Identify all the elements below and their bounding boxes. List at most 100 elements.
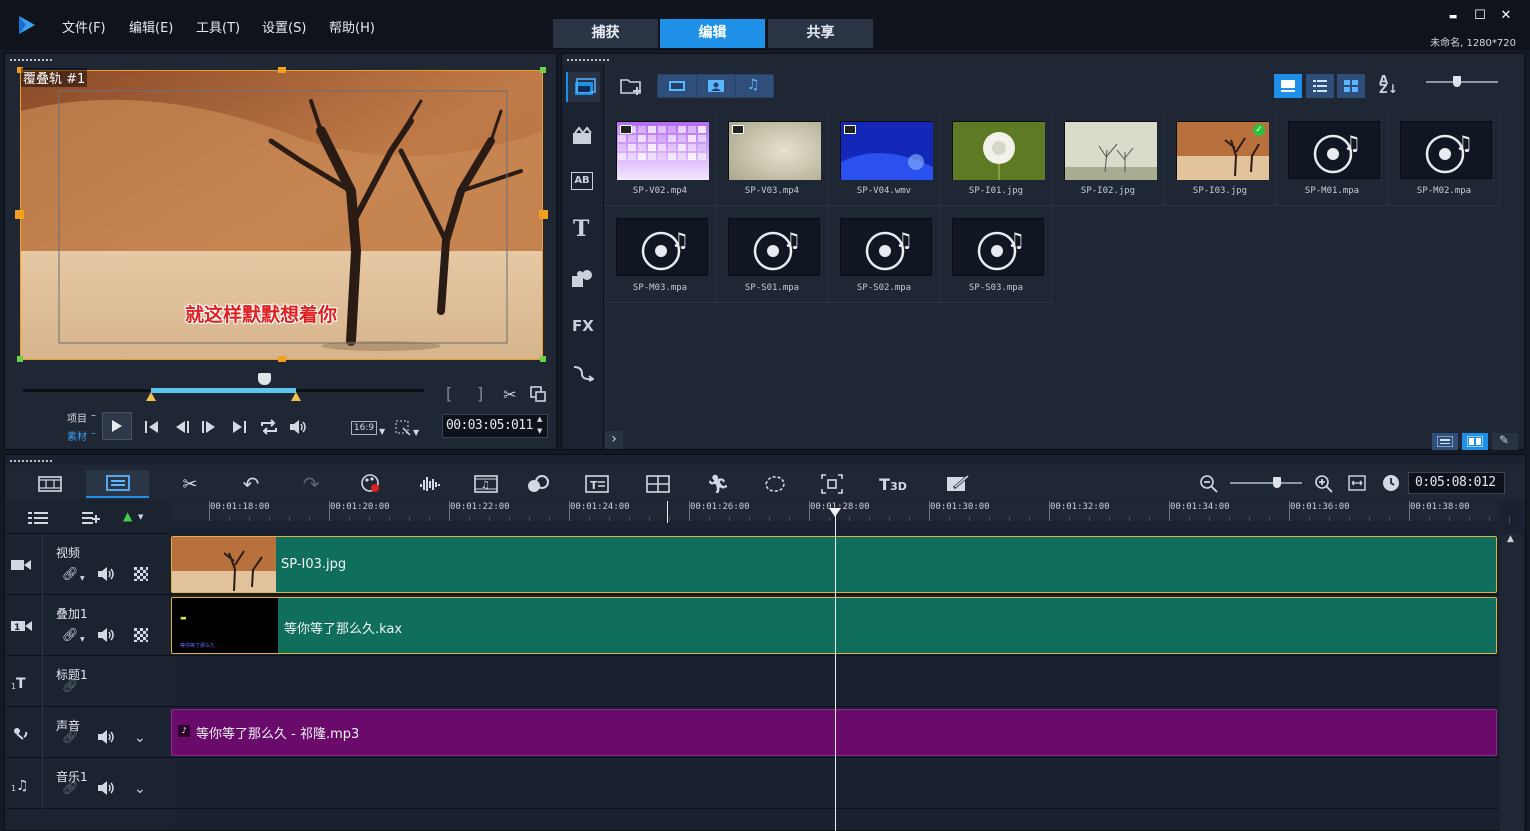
- timeline-zoom-slider[interactable]: [1230, 482, 1302, 484]
- 3d-title-editor-button[interactable]: T3D: [873, 470, 913, 498]
- transition-icon[interactable]: AB: [571, 172, 593, 190]
- menu-settings[interactable]: 设置(S): [262, 17, 306, 36]
- pan-zoom-button[interactable]: [812, 470, 852, 498]
- library-item[interactable]: SP-V04.wmv: [828, 109, 940, 206]
- vertical-scrollbar[interactable]: ▲: [1500, 534, 1524, 831]
- record-capture-button[interactable]: [351, 470, 391, 498]
- chevron-down-icon[interactable]: ▼: [413, 428, 419, 437]
- menu-file[interactable]: 文件(F): [62, 17, 106, 36]
- show-photo-toggle[interactable]: [697, 75, 735, 97]
- video-track-icon[interactable]: [11, 557, 31, 576]
- thumbnail-view-button[interactable]: [1274, 74, 1302, 98]
- previous-frame-icon[interactable]: [174, 420, 190, 434]
- increment-icon[interactable]: ▲: [537, 415, 542, 423]
- mark-out-icon[interactable]: ]: [477, 384, 483, 403]
- undo-button[interactable]: ↶: [231, 470, 271, 498]
- scrubber-handle[interactable]: [257, 373, 271, 385]
- next-frame-icon[interactable]: [201, 420, 217, 434]
- slider-handle[interactable]: [1273, 477, 1281, 488]
- subtitle-editor-button[interactable]: T: [577, 470, 617, 498]
- trim-range[interactable]: [151, 388, 296, 393]
- sort-icon[interactable]: A Z↓: [1379, 74, 1398, 95]
- go-to-start-icon[interactable]: [144, 420, 160, 434]
- link-icon[interactable]: 🔗︎: [62, 730, 79, 745]
- overlay-track-icon[interactable]: 1: [11, 618, 33, 637]
- expand-waveform-icon[interactable]: ⌄: [134, 781, 146, 797]
- visibility-grid-icon[interactable]: [134, 628, 148, 642]
- library-item[interactable]: ♫ SP-M01.mpa: [1276, 109, 1388, 206]
- mute-toggle-icon[interactable]: [96, 780, 116, 796]
- slider-handle[interactable]: [1453, 76, 1461, 87]
- title-icon[interactable]: T: [573, 216, 589, 242]
- library-item[interactable]: SP-V02.mp4: [604, 109, 716, 206]
- copy-icon[interactable]: [529, 385, 547, 403]
- library-item[interactable]: ♫ SP-S02.mpa: [828, 206, 940, 303]
- maximize-button[interactable]: ☐: [1470, 8, 1490, 23]
- show-audio-toggle[interactable]: ♫: [736, 75, 773, 97]
- resize-handle[interactable]: [15, 210, 24, 219]
- graphic-icon[interactable]: [571, 268, 595, 288]
- track-manager-icon[interactable]: [28, 512, 48, 526]
- motion-tracking-button[interactable]: [518, 470, 558, 498]
- library-item[interactable]: ♫ SP-S03.mpa: [940, 206, 1052, 303]
- painting-creator-button[interactable]: [938, 470, 978, 498]
- panel-grip[interactable]: [9, 58, 53, 62]
- track-header[interactable]: 1 ♫ 音乐1 🔗︎ ⌄: [6, 758, 171, 809]
- sound-mixer-button[interactable]: [410, 470, 450, 498]
- playhead-line[interactable]: [835, 516, 836, 831]
- filter-icon[interactable]: FX: [572, 317, 594, 335]
- scissors-icon[interactable]: ✂: [501, 384, 519, 404]
- chevron-down-icon[interactable]: ▼: [138, 513, 143, 521]
- instant-project-icon[interactable]: [572, 125, 594, 145]
- list-view-button[interactable]: [1306, 74, 1334, 98]
- track-header[interactable]: 1 T 标题1 🔗︎: [6, 656, 171, 707]
- close-button[interactable]: ✕: [1496, 8, 1516, 23]
- library-item[interactable]: ♫ SP-M02.mpa: [1388, 109, 1500, 206]
- library-item[interactable]: ♫ SP-M03.mpa: [604, 206, 716, 303]
- resize-handle[interactable]: [539, 210, 548, 219]
- tab-capture[interactable]: 捕获: [553, 19, 658, 48]
- library-item[interactable]: SP-I01.jpg: [940, 109, 1052, 206]
- mute-toggle-icon[interactable]: [96, 729, 116, 745]
- resize-handle[interactable]: [540, 356, 546, 362]
- link-icon[interactable]: 🔗︎: [62, 567, 79, 582]
- track-header[interactable]: 视频 🔗︎ ▼: [6, 534, 171, 595]
- scroll-up-icon[interactable]: ▲: [1507, 534, 1514, 544]
- link-icon[interactable]: 🔗︎: [62, 679, 79, 694]
- chevron-down-icon[interactable]: ▼: [80, 636, 85, 643]
- multi-camera-button[interactable]: [638, 470, 678, 498]
- link-icon[interactable]: 🔗︎: [62, 628, 79, 643]
- visibility-grid-icon[interactable]: [134, 567, 148, 581]
- crop-select-icon[interactable]: [395, 420, 411, 436]
- mode-project[interactable]: 项目: [67, 410, 87, 425]
- panel-layout-button[interactable]: [1462, 433, 1488, 450]
- video-clip[interactable]: SP-I03.jpg: [171, 536, 1497, 593]
- resize-handle[interactable]: [17, 356, 23, 362]
- trim-start-marker[interactable]: [146, 392, 157, 401]
- ripple-editing-icon[interactable]: ▲: [123, 509, 132, 523]
- tab-share[interactable]: 共享: [768, 19, 873, 48]
- aspect-ratio-button[interactable]: 16:9: [351, 421, 377, 435]
- tab-edit[interactable]: 编辑: [660, 19, 765, 48]
- decrement-icon[interactable]: ▼: [537, 427, 542, 435]
- thumbnail-size-slider[interactable]: [1426, 81, 1498, 83]
- chevron-down-icon[interactable]: ▼: [379, 427, 385, 436]
- media-tab[interactable]: [566, 72, 600, 102]
- overlay-clip[interactable]: ▬ 等你等了那么久 等你等了那么久.kax: [171, 597, 1497, 654]
- zoom-in-icon[interactable]: [1314, 474, 1334, 494]
- storyboard-view-button[interactable]: [30, 470, 70, 498]
- minimize-button[interactable]: ▬: [1443, 12, 1463, 22]
- mode-clip[interactable]: 素材: [67, 428, 87, 443]
- redo-button[interactable]: ↷: [291, 470, 331, 498]
- library-item[interactable]: SP-V03.mp4: [716, 109, 828, 206]
- track-header[interactable]: 声音 🔗︎ ⌄: [6, 707, 171, 758]
- library-item[interactable]: ♫ SP-S01.mpa: [716, 206, 828, 303]
- volume-icon[interactable]: [288, 418, 308, 436]
- library-item[interactable]: ✓ SP-I03.jpg: [1164, 109, 1276, 206]
- title-track-icon[interactable]: 1T: [11, 674, 31, 694]
- tools-button[interactable]: ✂: [170, 470, 210, 498]
- show-video-toggle[interactable]: [658, 75, 696, 97]
- zoom-out-icon[interactable]: [1199, 474, 1219, 494]
- edit-properties-button[interactable]: ✎: [1492, 433, 1518, 450]
- menu-tools[interactable]: 工具(T): [196, 17, 240, 36]
